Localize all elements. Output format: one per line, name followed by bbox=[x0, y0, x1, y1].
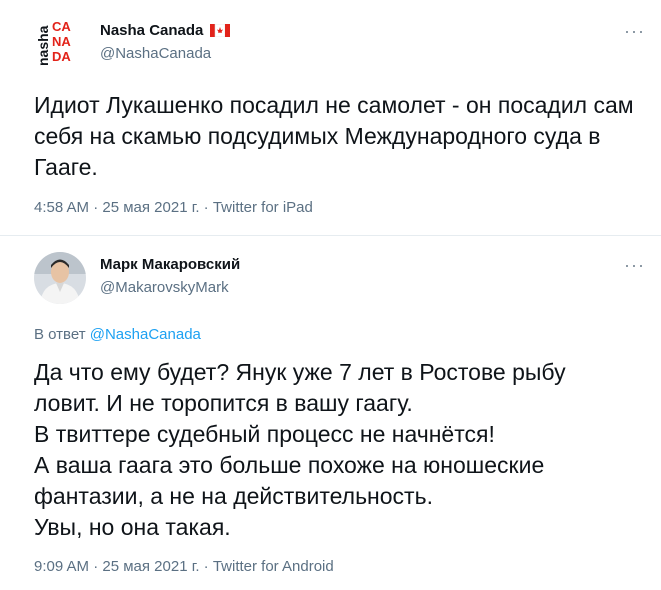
tweet-timestamp[interactable]: 9:09 AM · 25 мая 2021 г. · Twitter for A… bbox=[34, 558, 334, 575]
svg-text:NA: NA bbox=[52, 34, 71, 49]
reply-context: В ответ @NashaCanada bbox=[34, 326, 201, 343]
tweet-text-line: ловит. И не торопится в вашу гаагу. bbox=[34, 390, 413, 416]
handle[interactable]: @MakarovskyMark bbox=[100, 279, 229, 296]
tweet-text-line: А ваша гаага это больше похоже на юношес… bbox=[34, 452, 545, 478]
tweet-nasha-canada[interactable]: nasha CA NA DA Nasha Canada @NashaCanada… bbox=[0, 0, 661, 236]
makarovsky-avatar[interactable] bbox=[34, 252, 86, 304]
reply-prefix: В ответ bbox=[34, 326, 90, 343]
tweet-text-line: В твиттере судебный процесс не начнётся! bbox=[34, 421, 495, 447]
logo-text-left: nasha bbox=[35, 25, 51, 66]
tweet-text-line: фантазии, а не на действительность. bbox=[34, 483, 433, 509]
more-options-icon[interactable]: ··· bbox=[624, 256, 645, 274]
nasha-canada-avatar[interactable]: nasha CA NA DA bbox=[34, 16, 86, 68]
canada-flag-icon bbox=[209, 24, 230, 37]
display-name[interactable]: Марк Макаровский bbox=[100, 256, 240, 273]
tweet-timestamp[interactable]: 4:58 AM · 25 мая 2021 г. · Twitter for i… bbox=[34, 199, 313, 216]
tweet-text-line: Увы, но она такая. bbox=[34, 514, 231, 540]
svg-text:DA: DA bbox=[52, 49, 71, 64]
tweet-text-line: Да что ему будет? Янук уже 7 лет в Росто… bbox=[34, 359, 566, 385]
more-options-icon[interactable]: ··· bbox=[624, 22, 645, 40]
nasha-canada-logo: nasha CA NA DA bbox=[35, 19, 71, 66]
person-avatar-icon bbox=[34, 252, 86, 304]
reply-to-link[interactable]: @NashaCanada bbox=[90, 326, 201, 343]
tweet-text: Идиот Лукашенко посадил не самолет - он … bbox=[34, 92, 634, 180]
svg-text:CA: CA bbox=[52, 19, 71, 34]
tweet-text: Да что ему будет? Янук уже 7 лет в Росто… bbox=[34, 357, 644, 543]
tweet-reply-makarovsky[interactable]: Марк Макаровский @MakarovskyMark ··· В о… bbox=[0, 236, 661, 590]
display-name[interactable]: Nasha Canada bbox=[100, 22, 230, 39]
handle[interactable]: @NashaCanada bbox=[100, 45, 211, 62]
